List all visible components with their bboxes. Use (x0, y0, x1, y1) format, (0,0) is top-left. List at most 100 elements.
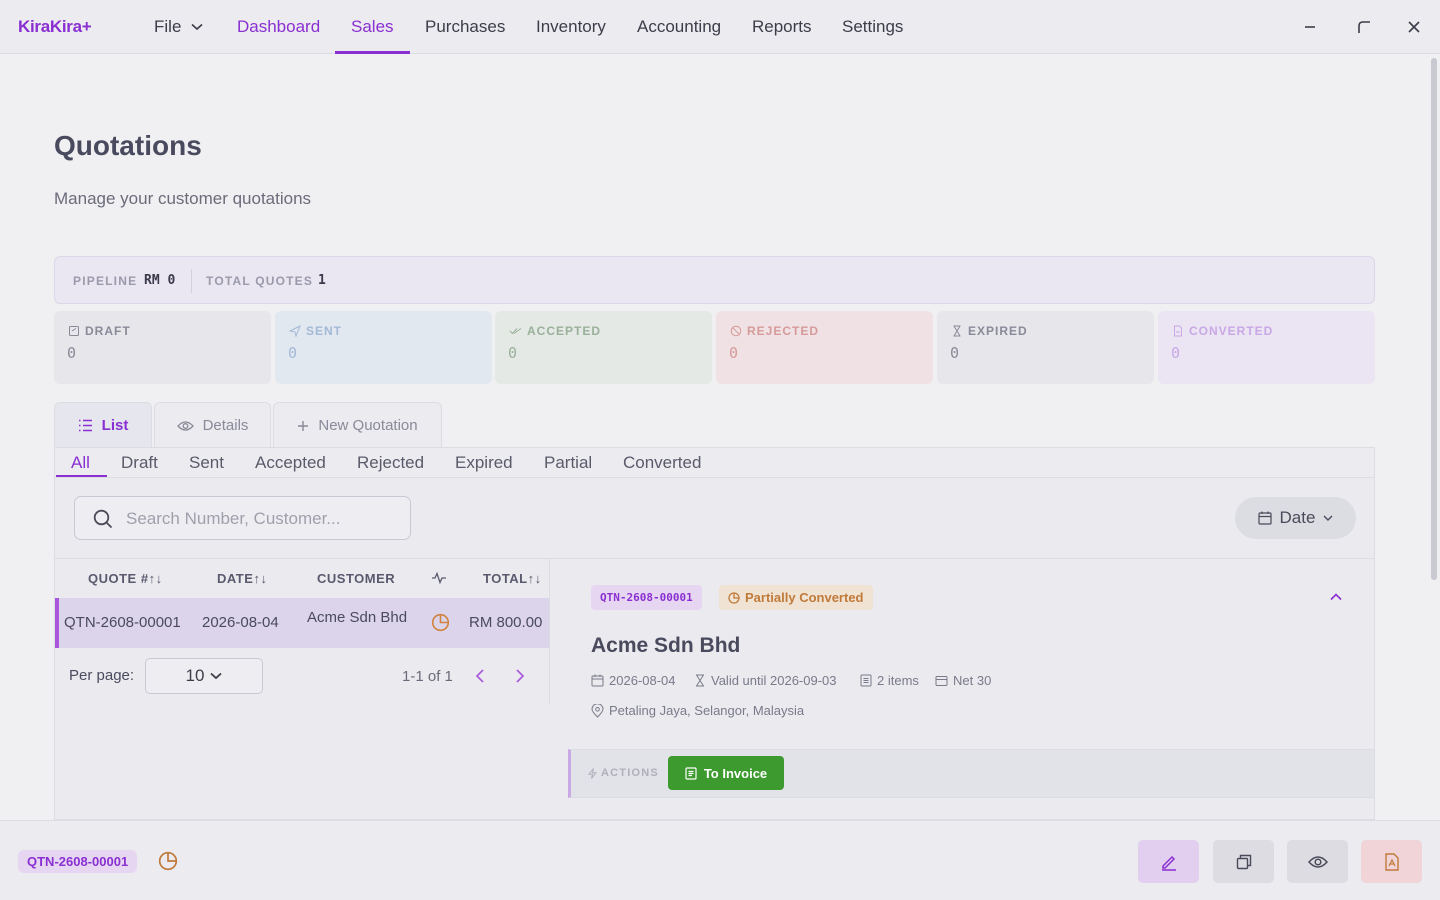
stat-label: SENT (306, 324, 343, 338)
column-header-label: TOTAL (483, 571, 528, 586)
stat-card-draft[interactable]: DRAFT 0 (54, 311, 271, 384)
chevron-right-icon[interactable] (515, 669, 525, 683)
column-header-customer[interactable]: CUSTOMER (317, 571, 395, 586)
plus-icon (298, 420, 309, 431)
date-filter-button[interactable]: Date (1235, 497, 1356, 539)
cell-date: 2026-08-04 (202, 614, 279, 631)
chevron-down-icon (1323, 515, 1333, 521)
export-pdf-button[interactable] (1361, 840, 1422, 883)
calendar-icon (591, 674, 604, 687)
nav-reports[interactable]: Reports (752, 17, 812, 37)
stat-card-converted[interactable]: CONVERTED 0 (1158, 311, 1375, 384)
stat-value: 0 (508, 344, 518, 362)
tab-details[interactable]: Details (154, 402, 271, 448)
hourglass-icon (953, 325, 961, 337)
map-pin-icon (591, 703, 604, 718)
nav-dashboard[interactable]: Dashboard (237, 17, 320, 37)
stat-value: 0 (950, 344, 960, 362)
filter-accepted[interactable]: Accepted (255, 453, 326, 473)
detail-date-value: 2026-08-04 (609, 673, 676, 688)
chevron-left-icon[interactable] (475, 669, 485, 683)
to-invoice-label: To Invoice (703, 765, 768, 781)
tab-details-label: Details (202, 417, 249, 434)
ban-icon (730, 325, 742, 337)
chevron-down-icon (210, 672, 223, 680)
eye-icon (176, 420, 194, 431)
edit-button[interactable] (1138, 840, 1199, 883)
top-navigation-bar: KiraKira+ File Dashboard Sales Purchases… (0, 0, 1440, 54)
filter-all[interactable]: All (71, 453, 90, 473)
actions-label: ACTIONS (601, 767, 659, 779)
stat-card-rejected[interactable]: REJECTED 0 (716, 311, 933, 384)
status-badge-label: Partially Converted (745, 590, 864, 605)
duplicate-button[interactable] (1213, 840, 1274, 883)
file-menu[interactable]: File (154, 17, 203, 37)
per-page-value: 10 (185, 666, 205, 685)
table-row[interactable]: QTN-2608-00001 2026-08-04 Acme Sdn Bhd R… (55, 598, 549, 648)
stat-value: 0 (729, 344, 739, 362)
filter-expired[interactable]: Expired (455, 453, 513, 473)
app-logo[interactable]: KiraKira+ (18, 17, 92, 37)
pdf-icon (1384, 852, 1399, 871)
detail-valid-until: Valid until 2026-09-03 (694, 673, 837, 688)
nav-sales[interactable]: Sales (351, 17, 394, 37)
per-page-select[interactable]: 10 (145, 658, 263, 694)
actions-bar: ACTIONS To Invoice (568, 749, 1374, 798)
list-icon (78, 419, 92, 432)
cell-total: RM 800.00 (469, 614, 543, 631)
preview-button[interactable] (1287, 840, 1348, 883)
nav-inventory[interactable]: Inventory (536, 17, 606, 37)
filter-draft[interactable]: Draft (121, 453, 158, 473)
column-header-quote[interactable]: QUOTE #↑↓ (88, 571, 163, 586)
detail-customer-name: Acme Sdn Bhd (591, 634, 741, 657)
chevron-up-icon[interactable] (1330, 593, 1342, 601)
filter-sent[interactable]: Sent (189, 453, 224, 473)
stat-label: CONVERTED (1189, 324, 1274, 338)
filter-rejected[interactable]: Rejected (357, 453, 424, 473)
column-header-total[interactable]: TOTAL↑↓ (483, 571, 542, 586)
scrollbar-thumb[interactable] (1431, 58, 1437, 580)
tab-list[interactable]: List (54, 402, 152, 448)
column-header-activity[interactable] (431, 571, 447, 587)
partial-status-icon (158, 851, 178, 871)
detail-items: 2 items (860, 673, 919, 688)
per-page-label: Per page: (69, 667, 135, 684)
detail-terms-value: Net 30 (953, 673, 992, 688)
detail-valid-until-value: Valid until 2026-09-03 (711, 673, 837, 688)
pipeline-label: PIPELINE (73, 274, 138, 288)
document-icon (1174, 325, 1182, 337)
tab-new-quotation[interactable]: New Quotation (273, 402, 442, 448)
page-title: Quotations (54, 130, 202, 161)
minimize-button[interactable] (1297, 14, 1323, 40)
column-header-label: DATE (217, 571, 254, 586)
filter-converted[interactable]: Converted (623, 453, 701, 473)
activity-icon (432, 571, 446, 585)
column-header-date[interactable]: DATE↑↓ (217, 571, 267, 586)
sort-icon: ↑↓ (527, 571, 542, 586)
nav-settings[interactable]: Settings (842, 17, 903, 37)
active-filter-indicator (56, 475, 107, 477)
nav-purchases[interactable]: Purchases (425, 17, 505, 37)
cell-quote-number: QTN-2608-00001 (64, 614, 181, 631)
column-header-label: CUSTOMER (317, 571, 396, 586)
search-placeholder: Search Number, Customer... (126, 509, 341, 528)
stat-card-sent[interactable]: SENT 0 (275, 311, 492, 384)
nav-accounting[interactable]: Accounting (637, 17, 721, 37)
chevron-down-icon (191, 23, 203, 31)
calendar-icon (1257, 511, 1272, 525)
selected-quote-badge: QTN-2608-00001 (18, 850, 138, 873)
divider (55, 558, 1374, 559)
search-input[interactable]: Search Number, Customer... (74, 496, 411, 540)
stat-label: ACCEPTED (527, 324, 602, 338)
date-filter-label: Date (1279, 508, 1316, 527)
total-quotes-value: 1 (318, 273, 326, 288)
stat-card-expired[interactable]: EXPIRED 0 (937, 311, 1154, 384)
stat-card-accepted[interactable]: ACCEPTED 0 (495, 311, 712, 384)
eye-icon (1307, 855, 1328, 868)
maximize-button[interactable] (1351, 14, 1377, 40)
close-button[interactable] (1401, 14, 1427, 40)
quotations-panel: All Draft Sent Accepted Rejected Expired… (54, 447, 1375, 820)
filter-partial[interactable]: Partial (544, 453, 592, 473)
to-invoice-button[interactable]: To Invoice (668, 756, 784, 790)
total-quotes-label: TOTAL QUOTES (206, 274, 314, 288)
